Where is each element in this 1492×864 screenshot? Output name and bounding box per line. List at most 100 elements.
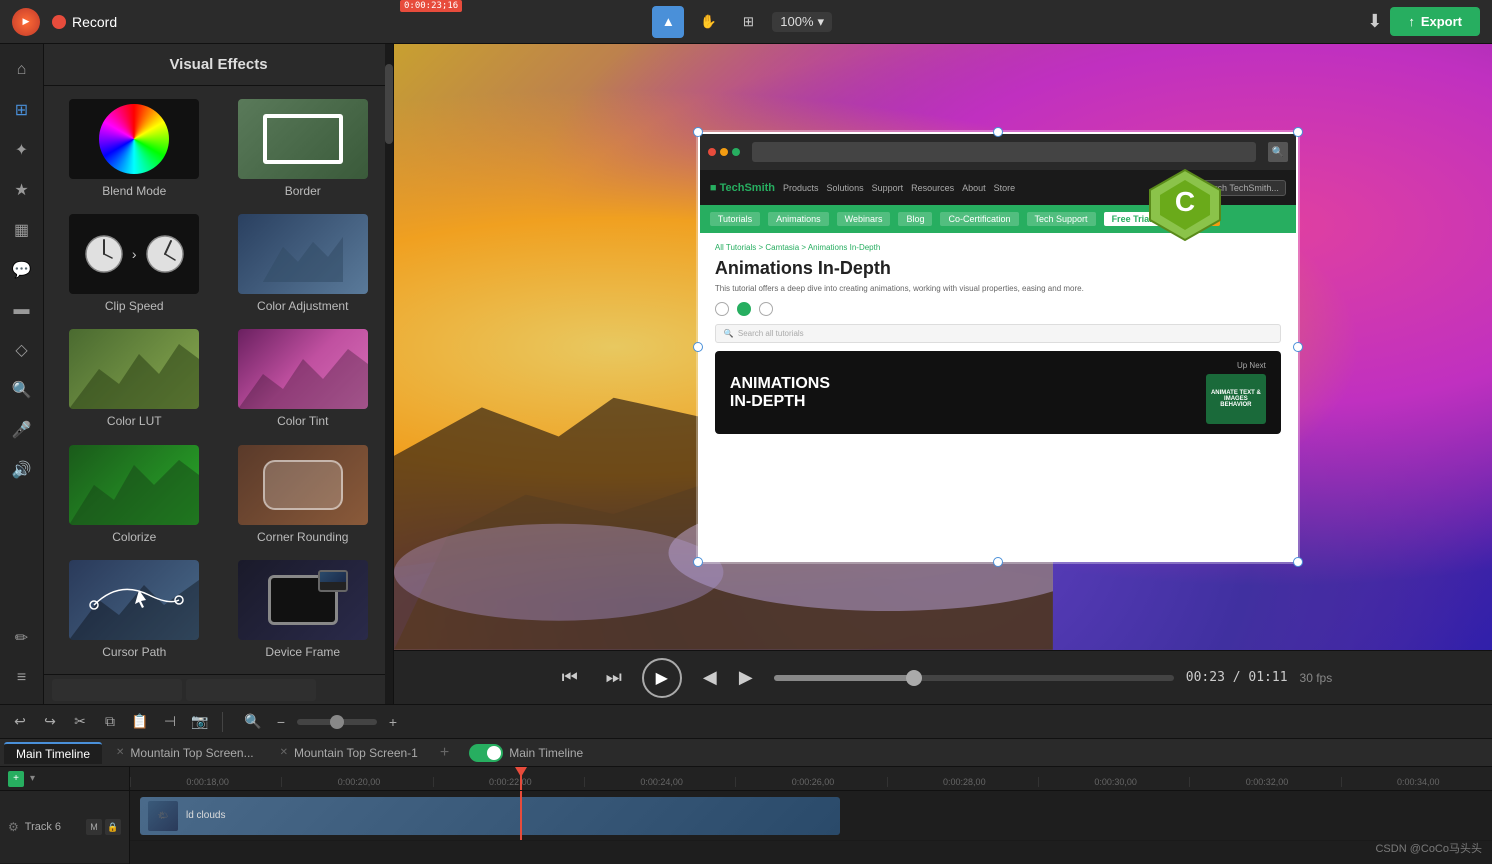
effect-label-clip-speed: Clip Speed (105, 299, 164, 313)
zoom-out-button[interactable]: − (269, 710, 293, 734)
track-mute-button[interactable]: M (86, 819, 102, 835)
zoom-dropdown-icon: ▾ (818, 14, 825, 30)
next-marker-button[interactable]: ▶ (730, 662, 762, 694)
top-bar-right: ⬇ ↑ Export (1367, 7, 1480, 36)
play-prev-frame-button[interactable]: ⏭ (598, 662, 630, 694)
effect-device-frame[interactable]: Device Frame (221, 555, 386, 666)
effect-corner-rounding[interactable]: Corner Rounding (221, 440, 386, 551)
effect-thumb-blend-mode (69, 99, 199, 179)
sidebar-icon-favorites[interactable]: ★ (4, 172, 40, 208)
tab-mountain-top-screen[interactable]: ✕ Mountain Top Screen... (104, 743, 266, 763)
subnav-tutorials: Tutorials (710, 212, 760, 226)
pointer-tool-btn[interactable]: ▲ (652, 6, 684, 38)
sidebar-icon-volume[interactable]: 🔊 (4, 452, 40, 488)
add-tab-button[interactable]: + (432, 744, 457, 762)
paste-button[interactable]: 📋 (128, 710, 152, 734)
progress-fill (774, 675, 914, 681)
progress-bar[interactable] (774, 675, 1174, 681)
page-content: All Tutorials > Camtasia > Animations In… (700, 233, 1296, 560)
effect-colorize[interactable]: Colorize (52, 440, 217, 551)
sidebar-icon-speech[interactable]: 💬 (4, 252, 40, 288)
tab-main-timeline[interactable]: Main Timeline (4, 742, 102, 764)
subnav-webinars: Webinars (837, 212, 891, 226)
nav-products: Products (783, 183, 819, 193)
effect-label-border: Border (285, 184, 321, 198)
anim-next-text: ANIMATE TEXT & IMAGES BEHAVIOR (1206, 386, 1266, 412)
rewind-button[interactable]: ⏮ (554, 662, 586, 694)
split-button[interactable]: ⊣ (158, 710, 182, 734)
inner-search: 🔍 Search all tutorials (715, 324, 1281, 343)
sidebar-icon-library[interactable]: ▦ (4, 212, 40, 248)
track-lock-button[interactable]: 🔒 (105, 819, 121, 835)
sidebar-icon-effects[interactable]: ⊞ (4, 92, 40, 128)
clip-thumbnail: 🌤 (148, 801, 178, 831)
sidebar-icon-captions[interactable]: ≡ (4, 660, 40, 696)
copy-button[interactable]: ⧉ (98, 710, 122, 734)
sidebar-icon-home[interactable]: ⌂ (4, 52, 40, 88)
toggle-label: Main Timeline (509, 746, 583, 760)
icon-sidebar: ⌂ ⊞ ✦ ★ ▦ 💬 ▬ ◇ 🔍 🎤 🔊 ✏ ≡ (0, 44, 44, 704)
tab-mountain-top-screen-1[interactable]: ✕ Mountain Top Screen-1 (268, 743, 430, 763)
timeline-tabs: Main Timeline ✕ Mountain Top Screen... ✕… (0, 739, 1492, 767)
effects-scrollbar[interactable] (385, 44, 393, 704)
effect-blend-mode[interactable]: Blend Mode (52, 94, 217, 205)
sidebar-icon-audio[interactable]: 🎤 (4, 412, 40, 448)
playback-bar: ⏮ ⏭ ▶ ◀ ▶ 00:23 / 01:11 30 fps (394, 650, 1492, 704)
effects-title: Visual Effects (44, 44, 393, 86)
toggle-knob (487, 746, 501, 760)
export-button[interactable]: ↑ Export (1390, 7, 1480, 36)
timeline-zoom-thumb[interactable] (330, 715, 344, 729)
sidebar-icon-zoom[interactable]: 🔍 (4, 372, 40, 408)
progress-thumb[interactable] (906, 670, 922, 686)
effect-color-tint[interactable]: Color Tint (221, 324, 386, 435)
effect-clip-speed[interactable]: › Clip Speed (52, 209, 217, 320)
nav-store: Store (994, 183, 1016, 193)
undo-button[interactable]: ↩ (8, 710, 32, 734)
tab-close-2[interactable]: ✕ (280, 747, 288, 758)
prev-marker-button[interactable]: ◀ (694, 662, 726, 694)
watermark: CSDN @CoCo马头头 (1375, 840, 1482, 856)
preview-area: 🔍 ■ TechSmith Products Solutions Support… (394, 44, 1492, 704)
mark-26: 0:00:26,00 (735, 777, 886, 787)
search-area: 🔍 − + (241, 710, 405, 734)
timeline-tracks: 🌤 ld clouds (130, 791, 1492, 864)
record-label: Record (72, 14, 117, 30)
hand-tool-btn[interactable]: ✋ (692, 6, 724, 38)
zoom-in-button[interactable]: + (381, 710, 405, 734)
effect-border[interactable]: Border (221, 94, 386, 205)
effect-color-lut[interactable]: Color LUT (52, 324, 217, 435)
ruler-playhead (520, 767, 522, 790)
search-timeline-button[interactable]: 🔍 (241, 710, 265, 734)
sidebar-icon-annotations[interactable]: ✦ (4, 132, 40, 168)
mark-28: 0:00:28,00 (887, 777, 1038, 787)
sidebar-icon-pen[interactable]: ✏ (4, 620, 40, 656)
mark-32: 0:00:32,00 (1189, 777, 1340, 787)
top-bar-left: ▶ Record (12, 8, 117, 36)
time-separator: / (1233, 670, 1249, 685)
main-timeline-toggle[interactable] (469, 744, 503, 762)
effect-label-blend-mode: Blend Mode (102, 184, 166, 198)
sidebar-icon-text[interactable]: ▬ (4, 292, 40, 328)
export-label: Export (1421, 14, 1462, 29)
zoom-control[interactable]: 100% ▾ (772, 12, 832, 32)
mark-22: 0:00:22,00 (433, 777, 584, 787)
effects-panel: Visual Effects Blend Mode Border (44, 44, 394, 704)
play-button[interactable]: ▶ (642, 658, 682, 698)
effect-color-adjustment[interactable]: Color Adjustment (221, 209, 386, 320)
crop-tool-btn[interactable]: ⊞ (732, 6, 764, 38)
timeline-zoom-slider[interactable] (297, 719, 377, 725)
snapshot-button[interactable]: 📷 (188, 710, 212, 734)
download-icon[interactable]: ⬇ (1367, 11, 1382, 32)
cut-button[interactable]: ✂ (68, 710, 92, 734)
add-track-button[interactable]: + (8, 771, 24, 787)
record-button[interactable]: Record (52, 14, 117, 30)
browser-search-icon: 🔍 (1268, 142, 1288, 162)
clip-ld-clouds[interactable]: 🌤 ld clouds (140, 797, 840, 835)
browser-dot-yellow (720, 148, 728, 156)
effect-cursor-path[interactable]: Cursor Path (52, 555, 217, 666)
effects-scrollbar-thumb[interactable] (385, 64, 393, 144)
sidebar-icon-shapes[interactable]: ◇ (4, 332, 40, 368)
tab-close-1[interactable]: ✕ (116, 747, 124, 758)
svg-text:C: C (1174, 186, 1194, 217)
redo-button[interactable]: ↪ (38, 710, 62, 734)
